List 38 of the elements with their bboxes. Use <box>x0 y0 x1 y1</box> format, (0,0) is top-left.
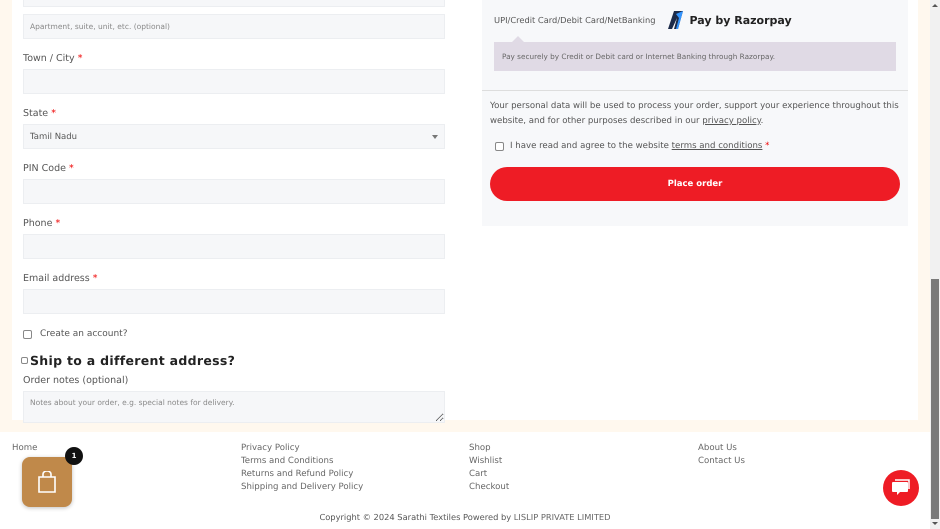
terms-link[interactable]: terms and conditions <box>672 141 762 151</box>
field-label: State * <box>23 108 57 120</box>
footer-link[interactable]: Returns and Refund Policy <box>241 468 354 481</box>
field-label: Order notes (optional) <box>23 375 130 387</box>
footer-link[interactable]: About Us <box>698 442 737 455</box>
copyright-text: Copyright © 2024 Sarathi Textiles Powered by LISLIP PRIVATE LIMITED <box>319 512 612 522</box>
cart-button[interactable] <box>22 457 72 507</box>
footer-link[interactable]: Terms and Conditions <box>241 455 334 468</box>
footer-link[interactable]: Cart <box>469 468 488 481</box>
chat-bubble-icon <box>891 479 911 497</box>
footer-link[interactable]: Shop <box>469 442 491 455</box>
footer-link[interactable]: Wishlist <box>469 455 502 468</box>
checkbox[interactable] <box>23 330 32 338</box>
field-label: Email address * <box>23 273 98 285</box>
footer-link[interactable]: Home <box>12 442 38 455</box>
footer-link[interactable]: Privacy Policy <box>241 442 300 455</box>
field-label: Phone * <box>23 218 62 230</box>
checkbox-label: Create an account? <box>40 329 128 339</box>
footer-link[interactable]: Shipping and Delivery Policy <box>241 481 364 494</box>
privacy-policy-link[interactable]: privacy policy <box>702 116 761 126</box>
caret-icon <box>432 134 438 138</box>
footer-link[interactable]: Contact Us <box>698 455 745 468</box>
state-dropdown[interactable]: Tamil Nadu <box>23 124 445 149</box>
place-order-button[interactable]: Place order <box>490 167 900 201</box>
checkbox[interactable] <box>495 142 504 150</box>
terms-label: I have read and agree to the website terms and conditions * <box>510 141 770 151</box>
razorpay-logo-icon <box>668 11 683 29</box>
scrollbar[interactable] <box>930 0 940 529</box>
shopping-bag-icon <box>38 471 56 493</box>
privacy-notice: Your personal data will be used to process your order, support your experience throughout this website, and for other purposes described in our privacy policy. <box>490 100 900 128</box>
field-label: Town / City * <box>23 53 84 65</box>
company-link[interactable]: LISLIP PRIVATE LIMITED <box>514 512 611 522</box>
payment-method-label: UPI/Credit Card/Debit Card/NetBanking <box>494 15 656 25</box>
payment-logo-text: Pay by Razorpay <box>690 14 792 26</box>
section-heading: Ship to a different address? <box>30 353 236 368</box>
checkbox[interactable] <box>21 357 28 364</box>
footer-link[interactable]: Checkout <box>469 481 510 494</box>
field-label: PIN Code * <box>23 163 75 175</box>
